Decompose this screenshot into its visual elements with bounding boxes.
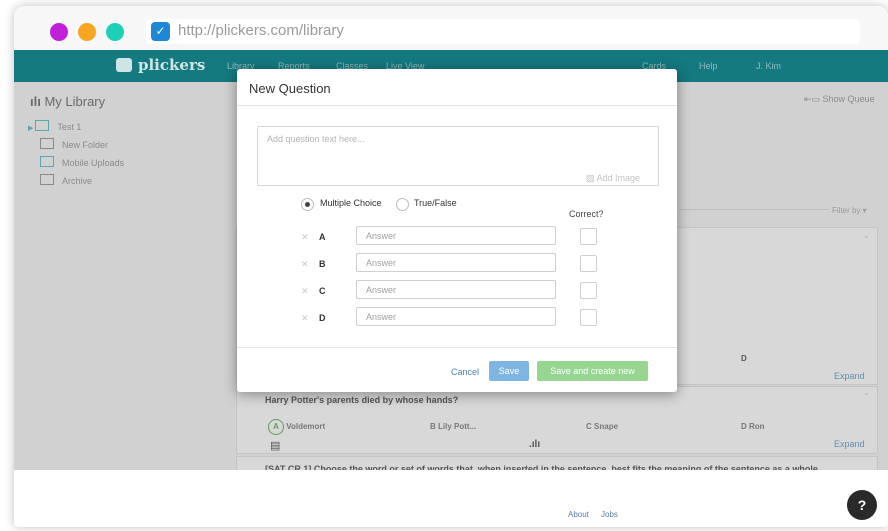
answer-input-d[interactable]: Answer: [356, 307, 556, 326]
card-answer-d: D Ron: [741, 422, 765, 431]
divider: [679, 209, 829, 210]
sidebar-item-label: New Folder: [62, 140, 109, 150]
plickers-favicon-icon: ✓: [151, 22, 170, 41]
correct-answer-badge: A: [268, 419, 284, 435]
answer-input-b[interactable]: Answer: [356, 253, 556, 272]
folder-icon: [35, 120, 50, 131]
sidebar-item-archive[interactable]: Archive: [40, 174, 92, 186]
nav-user[interactable]: J. Kim: [756, 61, 781, 71]
bar-chart-icon[interactable]: .ılı: [529, 439, 540, 450]
question-card[interactable]: Harry Potter's parents died by whose han…: [236, 386, 878, 454]
answer-letter: B: [319, 259, 326, 269]
sidebar-item-label: Archive: [62, 176, 93, 186]
save-button[interactable]: Save: [489, 361, 529, 381]
filter-label: Filter by: [832, 206, 861, 215]
dialog-footer-divider: [237, 347, 677, 348]
answer-letter: D: [319, 313, 326, 323]
remove-answer-icon[interactable]: ✕: [301, 259, 309, 270]
answer-text: Lily Pott...: [438, 422, 477, 431]
brand-name: plickers: [138, 56, 206, 74]
library-icon: ılı: [30, 94, 45, 109]
correct-checkbox-d[interactable]: [580, 309, 597, 326]
answer-input-a[interactable]: Answer: [356, 226, 556, 245]
filter-dropdown[interactable]: Filter by ▾: [832, 206, 867, 215]
answer-letter: B: [430, 422, 436, 431]
maximize-window-button[interactable]: [106, 23, 124, 41]
question-placeholder: Add question text here...: [267, 134, 365, 144]
sidebar-title: ılı My Library: [30, 94, 105, 109]
sidebar-item-label: Mobile Uploads: [62, 158, 125, 168]
nav-help[interactable]: Help: [699, 61, 718, 71]
new-question-dialog: New Question Add question text here... ▨…: [237, 69, 677, 392]
url-text: http://plickers.com/library: [178, 22, 344, 39]
chevron-down-icon[interactable]: ⌄: [863, 388, 870, 397]
sidebar-title-text: My Library: [44, 94, 106, 109]
minimize-window-button[interactable]: [78, 23, 96, 41]
footer: About Jobs ?: [14, 470, 888, 527]
sidebar-item-label: Test 1: [57, 122, 82, 132]
answer-letter: A: [319, 232, 326, 242]
dialog-title: New Question: [249, 81, 331, 96]
question-text-input[interactable]: Add question text here... ▨ Add Image: [257, 126, 659, 186]
footer-about-link[interactable]: About: [568, 510, 589, 519]
remove-answer-icon[interactable]: ✕: [301, 286, 309, 297]
expand-link[interactable]: Expand: [834, 439, 865, 449]
plickers-logo-icon: [116, 58, 132, 72]
card-answer-c: C Snape: [586, 422, 618, 431]
help-chat-icon[interactable]: ?: [847, 490, 877, 520]
caret-right-icon: ▶: [28, 125, 36, 132]
true-false-radio[interactable]: [396, 198, 409, 211]
answer-letter: C: [319, 286, 326, 296]
image-icon: ▨: [586, 173, 595, 183]
add-image-button[interactable]: ▨ Add Image: [586, 173, 640, 184]
sidebar-item-test-1[interactable]: ▶ Test 1: [28, 120, 81, 132]
card-question-text: Harry Potter's parents died by whose han…: [265, 395, 459, 405]
sidebar-item-new-folder[interactable]: New Folder: [40, 138, 108, 150]
correct-checkbox-c[interactable]: [580, 282, 597, 299]
browser-titlebar: ✓ http://plickers.com/library: [14, 6, 888, 54]
show-queue-label: Show Queue: [822, 94, 875, 104]
address-bar[interactable]: ✓ http://plickers.com/library: [146, 19, 860, 44]
remove-answer-icon[interactable]: ✕: [301, 232, 309, 243]
true-false-label[interactable]: True/False: [414, 198, 457, 208]
save-and-create-new-button[interactable]: Save and create new: [537, 361, 648, 381]
queue-icon: ⇤▭: [804, 94, 823, 104]
archive-icon: [40, 174, 54, 185]
slide-icon[interactable]: ▤: [270, 439, 280, 452]
brand-logo[interactable]: plickers: [116, 56, 205, 74]
card-answer-d: D: [741, 354, 747, 363]
cancel-button[interactable]: Cancel: [451, 367, 479, 377]
card-answer-a: A Voldemort: [268, 419, 325, 435]
multiple-choice-radio[interactable]: [301, 198, 314, 211]
expand-link[interactable]: Expand: [834, 371, 865, 381]
answer-letter: C: [586, 422, 592, 431]
answer-text: Snape: [594, 422, 619, 431]
answer-text: Ron: [749, 422, 765, 431]
remove-answer-icon[interactable]: ✕: [301, 313, 309, 324]
add-image-label: Add Image: [596, 173, 641, 183]
sidebar-item-mobile-uploads[interactable]: Mobile Uploads: [40, 156, 124, 168]
answer-text: Voldemort: [286, 422, 326, 431]
close-window-button[interactable]: [50, 23, 68, 41]
footer-jobs-link[interactable]: Jobs: [601, 510, 618, 519]
correct-column-header: Correct?: [569, 209, 604, 219]
multiple-choice-label[interactable]: Multiple Choice: [320, 198, 382, 208]
show-queue-button[interactable]: ⇤▭ Show Queue: [804, 94, 875, 105]
answer-input-c[interactable]: Answer: [356, 280, 556, 299]
correct-checkbox-a[interactable]: [580, 228, 597, 245]
correct-checkbox-b[interactable]: [580, 255, 597, 272]
dialog-header-divider: [237, 105, 677, 106]
radio-selected-dot: [305, 202, 310, 207]
new-folder-icon: [40, 138, 54, 149]
chevron-down-icon[interactable]: ⌄: [863, 231, 870, 240]
answer-letter: D: [741, 422, 747, 431]
card-answer-b: B Lily Pott...: [430, 422, 476, 431]
mobile-upload-icon: [40, 156, 54, 167]
